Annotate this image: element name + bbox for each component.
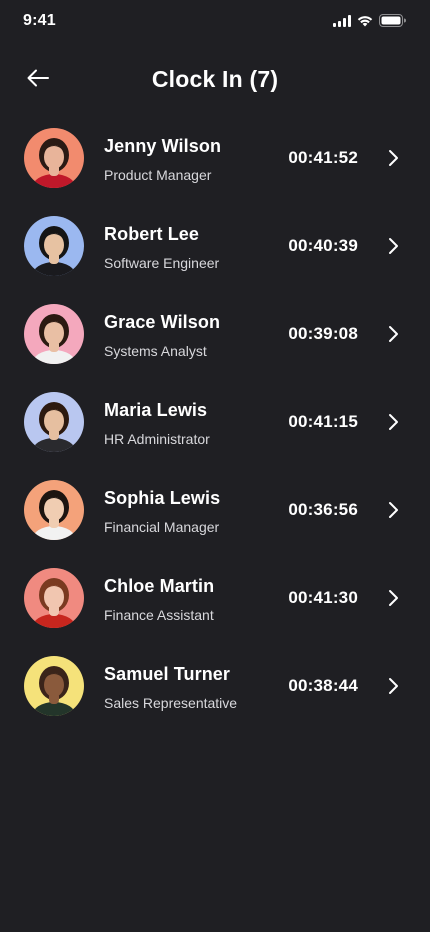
employee-role: Software Engineer: [104, 255, 220, 271]
chevron-right-icon: [386, 236, 400, 256]
employee-role: Sales Representative: [104, 695, 238, 711]
avatar: [24, 392, 84, 452]
chevron-right-icon: [386, 588, 400, 608]
battery-icon: [379, 14, 406, 32]
chevron-right-icon: [386, 500, 400, 520]
employee-list: Jenny Wilson Product Manager 00:41:52 Rober…: [0, 124, 430, 740]
employee-role: Finance Assistant: [104, 607, 214, 623]
avatar: [24, 216, 84, 276]
employee-name: Sophia Lewis: [104, 488, 221, 508]
employee-name: Samuel Turner: [104, 664, 230, 684]
signal-icon: [333, 14, 351, 32]
avatar: [24, 656, 84, 716]
clock-in-duration: 00:39:08: [288, 324, 358, 343]
status-time: 9:41: [23, 12, 56, 29]
employee-name: Jenny Wilson: [104, 136, 222, 156]
employee-row[interactable]: Sophia Lewis Financial Manager 00:36:56: [0, 476, 430, 564]
chevron-right-icon: [386, 148, 400, 168]
avatar: [24, 304, 84, 364]
header: Clock In (7): [0, 56, 430, 104]
status-bar: 9:41: [0, 0, 430, 44]
employee-row[interactable]: Samuel Turner Sales Representative 00:38:4…: [0, 652, 430, 740]
employee-row[interactable]: Maria Lewis HR Administrator 00:41:15: [0, 388, 430, 476]
clock-in-duration: 00:41:30: [288, 588, 358, 607]
chevron-right-icon: [386, 676, 400, 696]
employee-name: Chloe Martin: [104, 576, 215, 596]
page-title: Clock In (7): [151, 66, 279, 92]
employee-role: Product Manager: [104, 167, 212, 183]
employee-name: Grace Wilson: [104, 312, 221, 332]
clock-in-duration: 00:38:44: [288, 676, 358, 695]
avatar: [24, 128, 84, 188]
wifi-icon: [357, 14, 373, 32]
status-icons: [333, 14, 406, 32]
employee-row[interactable]: Jenny Wilson Product Manager 00:41:52: [0, 124, 430, 212]
clock-in-duration: 00:36:56: [288, 500, 358, 519]
avatar: [24, 568, 84, 628]
avatar: [24, 480, 84, 540]
clock-in-duration: 00:41:52: [288, 148, 358, 167]
employee-row[interactable]: Robert Lee Software Engineer 00:40:39: [0, 212, 430, 300]
clock-in-duration: 00:41:15: [288, 412, 358, 431]
chevron-right-icon: [386, 324, 400, 344]
employee-role: Financial Manager: [104, 519, 220, 535]
employee-row[interactable]: Chloe Martin Finance Assistant 00:41:30: [0, 564, 430, 652]
clock-in-duration: 00:40:39: [288, 236, 358, 255]
employee-name: Robert Lee: [104, 224, 200, 244]
employee-row[interactable]: Grace Wilson Systems Analyst 00:39:08: [0, 300, 430, 388]
employee-name: Maria Lewis: [104, 400, 208, 420]
employee-role: HR Administrator: [104, 431, 210, 447]
chevron-right-icon: [386, 412, 400, 432]
employee-role: Systems Analyst: [104, 343, 207, 359]
